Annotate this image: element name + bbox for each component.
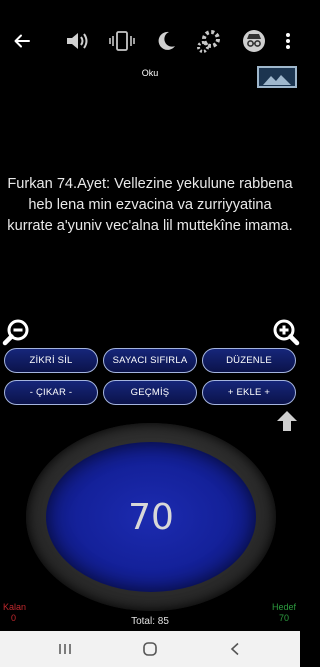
- verse-text: Furkan 74.Ayet: Vellezine yekulune rabbe…: [7, 176, 293, 234]
- system-back-icon[interactable]: [223, 639, 247, 659]
- edit-button[interactable]: DÜZENLE: [202, 348, 296, 373]
- arrow-up-icon[interactable]: [276, 410, 298, 432]
- zoom-out-icon[interactable]: [2, 318, 30, 346]
- counter-button[interactable]: 70: [26, 423, 276, 611]
- history-button[interactable]: GEÇMİŞ: [103, 380, 197, 405]
- moon-icon[interactable]: [153, 28, 179, 54]
- volume-icon[interactable]: [64, 28, 92, 54]
- delete-zikr-button[interactable]: ZİKRİ SİL: [4, 348, 98, 373]
- counter-face: 70: [46, 442, 256, 592]
- image-icon[interactable]: [257, 66, 297, 88]
- system-nav-bar: [0, 631, 300, 667]
- reset-counter-button[interactable]: SAYACI SIFIRLA: [103, 348, 197, 373]
- zoom-in-icon[interactable]: [272, 318, 300, 346]
- back-arrow-icon[interactable]: [10, 28, 34, 54]
- home-icon[interactable]: [138, 639, 162, 659]
- target-label: Hedef: [271, 602, 296, 612]
- more-vert-icon[interactable]: [280, 28, 296, 54]
- incognito-icon[interactable]: [240, 28, 268, 54]
- vibration-icon[interactable]: [108, 28, 136, 54]
- top-toolbar: [0, 28, 300, 54]
- add-button[interactable]: + EKLE +: [202, 380, 296, 405]
- subtract-button[interactable]: - ÇIKAR -: [4, 380, 98, 405]
- action-buttons: ZİKRİ SİL SAYACI SIFIRLA DÜZENLE - ÇIKAR…: [4, 348, 296, 406]
- gear-icon[interactable]: [195, 28, 223, 54]
- remaining-label: Kalan: [3, 602, 27, 612]
- total-count: Total: 85: [131, 616, 169, 627]
- recent-apps-icon[interactable]: [53, 639, 77, 659]
- mode-label: Oku: [141, 68, 159, 78]
- counter-value: 70: [128, 496, 174, 538]
